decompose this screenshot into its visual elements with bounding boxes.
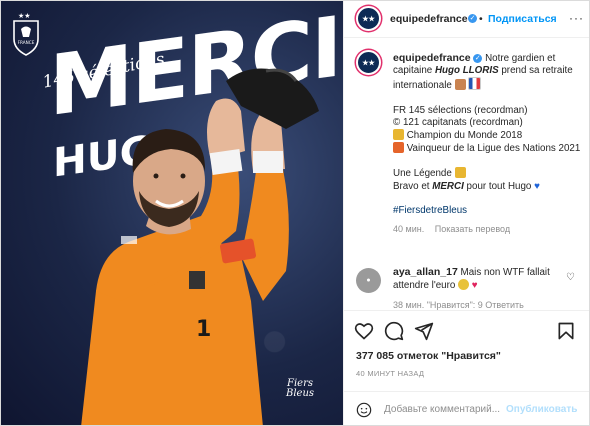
- caption-stat-worldcup: Champion du Monde 2018: [406, 130, 523, 142]
- fiers-bleus-watermark: Fiers Bleus: [286, 379, 314, 399]
- caption-time: 40 мин.: [393, 224, 425, 235]
- save-bookmark-icon[interactable]: [556, 321, 576, 341]
- caption-player-name: Hugo LLORIS: [434, 65, 499, 77]
- caption-legend: Une Légende: [393, 168, 452, 180]
- post-image[interactable]: ★★ FRANCE 145 sélections MERCI HUGO 1 Fi…: [1, 1, 343, 425]
- flag-emoji-icon: [468, 77, 482, 91]
- person-icon: ●: [366, 277, 371, 284]
- verified-icon: ✓: [468, 14, 477, 23]
- goalkeeper-figure: 1: [81, 68, 319, 425]
- caption-stat-selections: FR 145 sélections (recordman): [393, 104, 528, 116]
- red-heart-icon: ♥: [471, 280, 478, 292]
- author-avatar[interactable]: ★★: [356, 6, 381, 31]
- watermark-line2: Bleus: [286, 388, 315, 399]
- blue-heart-icon: ♥: [534, 180, 540, 192]
- post-side-panel: ★★ equipedefrance ✓ • Подписаться ··· ★★…: [343, 1, 589, 425]
- clap-emoji-icon: [454, 79, 466, 91]
- header-separator: •: [479, 13, 483, 25]
- more-options-icon[interactable]: ···: [569, 11, 584, 25]
- caption-bravo-prefix: Bravo et: [393, 180, 430, 192]
- fff-avatar-icon: ★★: [362, 59, 375, 67]
- follow-button[interactable]: Подписаться: [488, 13, 557, 25]
- caption-stat-captaincies: © 121 capitanats (recordman): [393, 116, 523, 128]
- share-icon[interactable]: [414, 321, 434, 341]
- comment-bubble-icon[interactable]: [384, 321, 404, 341]
- likes-count[interactable]: 377 085 отметок "Нравится": [356, 350, 501, 362]
- trophy-emoji-icon: [393, 129, 404, 141]
- comment-like-icon[interactable]: ♡: [566, 272, 575, 283]
- caption-meta: 40 мин. Показать перевод: [393, 223, 583, 235]
- post-caption: equipedefrance ✓ Notre gardien et capita…: [393, 52, 583, 235]
- caption-stat-nations: Vainqueur de la Ligue des Nations 2021: [406, 143, 581, 155]
- comments-section[interactable]: ★★ equipedefrance ✓ Notre gardien et cap…: [344, 38, 589, 310]
- action-bar: [344, 310, 589, 351]
- like-heart-icon[interactable]: [354, 321, 374, 341]
- author-username[interactable]: equipedefrance: [390, 13, 468, 25]
- hands-emoji-icon: [454, 167, 466, 179]
- comment-item: aya_allan_17 Mais non WTF fallait attend…: [393, 266, 563, 292]
- caption-avatar[interactable]: ★★: [356, 50, 381, 75]
- emoji-smiley-icon[interactable]: [356, 402, 372, 418]
- sad-emoji-icon: [458, 279, 470, 291]
- caption-bravo-suffix: pour tout Hugo: [466, 180, 532, 192]
- add-comment-bar: Опубликовать: [344, 391, 589, 425]
- medal-emoji-icon: [393, 142, 404, 154]
- translate-link[interactable]: Показать перевод: [435, 224, 510, 234]
- caption-bravo-merci: MERCI: [432, 180, 464, 192]
- caption-username[interactable]: equipedefrance: [393, 52, 471, 64]
- commenter-avatar[interactable]: ●: [356, 268, 381, 293]
- svg-text:1: 1: [196, 317, 211, 342]
- instagram-post: ★★ FRANCE 145 sélections MERCI HUGO 1 Fi…: [0, 0, 590, 426]
- fff-avatar-icon: ★★: [362, 15, 375, 23]
- post-header: ★★ equipedefrance ✓ • Подписаться ···: [344, 1, 589, 38]
- verified-icon: ✓: [473, 53, 483, 63]
- hashtag-link[interactable]: #FiersdetreBleus: [393, 205, 467, 216]
- publish-button[interactable]: Опубликовать: [506, 404, 577, 415]
- comment-meta: 38 мин. "Нравится": 9 Ответить: [393, 300, 524, 310]
- post-time-ago[interactable]: 40 МИНУТ НАЗАД: [356, 369, 424, 378]
- commenter-username[interactable]: aya_allan_17: [393, 266, 458, 278]
